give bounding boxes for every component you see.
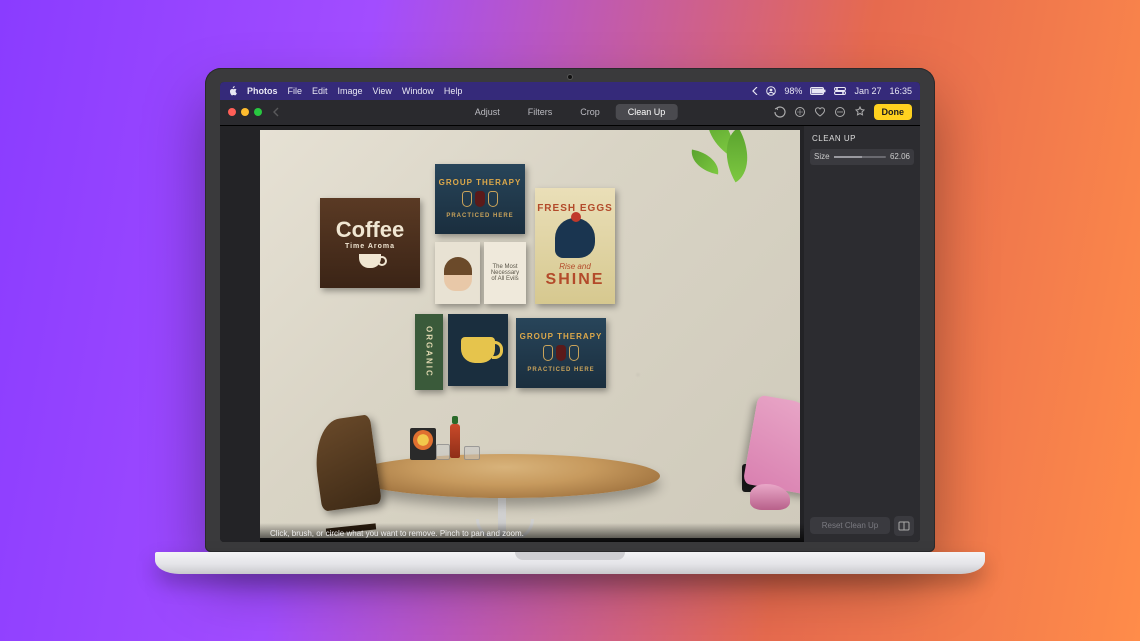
poster-group-therapy-bottom: GROUP THERAPY PRACTICED HERE (516, 318, 606, 388)
wine-glasses-icon (543, 345, 579, 361)
mug-icon (461, 337, 495, 363)
size-value: 62.06 (890, 152, 910, 161)
menubar-item-help[interactable]: Help (444, 86, 463, 96)
cleanup-panel: CLEAN UP Size 62.06 Reset Clean Up (804, 126, 920, 542)
poster-face (435, 242, 480, 304)
compare-icon (898, 521, 910, 531)
window-fullscreen-button[interactable] (254, 108, 262, 116)
tab-cleanup[interactable]: Clean Up (616, 104, 678, 120)
user-icon[interactable] (766, 86, 776, 96)
battery-percent: 98% (784, 86, 802, 96)
tab-crop[interactable]: Crop (568, 104, 612, 120)
menubar-app-name[interactable]: Photos (247, 86, 278, 96)
screen-bezel: Photos File Edit Image View Window Help … (205, 68, 935, 552)
done-button[interactable]: Done (874, 104, 913, 120)
leaf-decor (688, 149, 721, 174)
window-controls (228, 108, 262, 116)
condiment-jar (436, 444, 450, 460)
camera-dot (568, 75, 572, 79)
app-toolbar: Adjust Filters Crop Clean Up Done (220, 100, 920, 126)
apple-icon[interactable] (228, 86, 237, 96)
auto-enhance-icon[interactable] (794, 106, 806, 118)
poster-eggs-t2: Rise and (559, 262, 591, 271)
poster-group2-title: GROUP THERAPY (520, 332, 603, 341)
poster-organic: ORGANIC (415, 314, 443, 390)
chair-right (710, 390, 800, 510)
menubar-item-window[interactable]: Window (402, 86, 434, 96)
poster-coffee-title: Coffee (336, 217, 404, 243)
poster-mug (448, 314, 508, 386)
poster-coffee-sub: Time Aroma (345, 243, 395, 250)
panel-title: CLEAN UP (812, 134, 914, 143)
size-slider[interactable]: Size 62.06 (810, 149, 914, 165)
poster-organic-text: ORGANIC (425, 326, 434, 378)
window-close-button[interactable] (228, 108, 236, 116)
revert-original-button[interactable] (894, 516, 914, 536)
photo-canvas[interactable]: Coffee Time Aroma GROUP THERAPY PRACTICE… (260, 130, 800, 538)
edit-tabs: Adjust Filters Crop Clean Up (463, 104, 678, 120)
rotate-icon[interactable] (774, 106, 786, 118)
face-icon (444, 261, 472, 291)
workspace: Coffee Time Aroma GROUP THERAPY PRACTICE… (220, 126, 920, 542)
coffee-cup-icon (359, 254, 381, 268)
poster-group1-sub: PRACTICED HERE (446, 213, 513, 219)
menubar-item-view[interactable]: View (373, 86, 392, 96)
tab-filters[interactable]: Filters (516, 104, 565, 120)
hint-text: Click, brush, or circle what you want to… (260, 523, 804, 542)
condiment-jar (464, 446, 480, 460)
macos-menubar: Photos File Edit Image View Window Help … (220, 82, 920, 100)
chevron-left-icon[interactable] (752, 87, 758, 95)
reset-cleanup-button[interactable]: Reset Clean Up (810, 517, 890, 534)
poster-rise-shine: FRESH EGGS Rise and SHINE (535, 188, 615, 304)
canvas-area: Coffee Time Aroma GROUP THERAPY PRACTICE… (220, 126, 804, 542)
poster-group-therapy-top: GROUP THERAPY PRACTICED HERE (435, 164, 525, 234)
menubar-item-file[interactable]: File (288, 86, 303, 96)
menubar-item-image[interactable]: Image (338, 86, 363, 96)
menubar-item-edit[interactable]: Edit (312, 86, 328, 96)
more-icon[interactable] (834, 106, 846, 118)
favorite-icon[interactable] (814, 106, 826, 118)
chair-left (306, 418, 396, 538)
cafe-table (350, 454, 660, 498)
size-label: Size (814, 152, 830, 161)
back-icon[interactable] (272, 107, 280, 117)
poster-group1-title: GROUP THERAPY (439, 178, 522, 187)
poster-coffee: Coffee Time Aroma (320, 198, 420, 288)
laptop-base (155, 552, 985, 574)
tab-adjust[interactable]: Adjust (463, 104, 512, 120)
laptop-mockup: Photos File Edit Image View Window Help … (205, 68, 935, 574)
rooster-icon (555, 218, 595, 258)
menubar-time[interactable]: 16:35 (889, 86, 912, 96)
screen: Photos File Edit Image View Window Help … (220, 82, 920, 542)
poster-group2-sub: PRACTICED HERE (527, 367, 594, 373)
poster-most-necessary: The Most Necessary of All Evils (484, 242, 526, 304)
extensions-icon[interactable] (854, 106, 866, 118)
battery-icon (810, 87, 826, 95)
wine-glasses-icon (462, 191, 498, 207)
laptop-base-notch (515, 552, 625, 560)
menu-stand (410, 428, 436, 460)
control-center-icon[interactable] (834, 87, 846, 95)
hot-sauce-bottle (450, 424, 460, 458)
poster-most-text: The Most Necessary of All Evils (488, 264, 522, 282)
menubar-date[interactable]: Jan 27 (854, 86, 881, 96)
slider-track[interactable] (834, 156, 886, 158)
window-minimize-button[interactable] (241, 108, 249, 116)
poster-eggs-t3: SHINE (546, 271, 605, 289)
